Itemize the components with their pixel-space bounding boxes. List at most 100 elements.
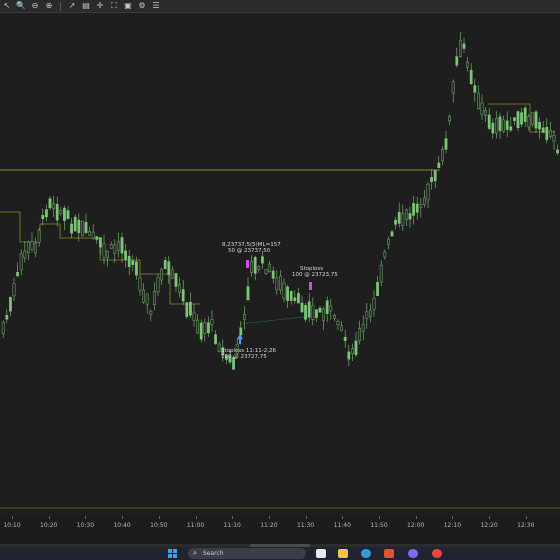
candle-body bbox=[408, 213, 412, 220]
x-axis-tick bbox=[268, 516, 270, 519]
candle-body bbox=[167, 261, 171, 276]
candle-body bbox=[390, 231, 394, 237]
candle-body bbox=[455, 56, 459, 66]
zoom-reset-icon[interactable]: ⊕ bbox=[44, 1, 54, 11]
candle-body bbox=[509, 126, 513, 131]
candle-body bbox=[423, 197, 426, 205]
candle-body bbox=[63, 207, 66, 221]
candle-body bbox=[124, 250, 128, 260]
x-axis-tick bbox=[122, 516, 124, 519]
zoom-out-icon[interactable]: ⊖ bbox=[30, 1, 40, 11]
candle-body bbox=[30, 241, 34, 250]
candle-body bbox=[106, 250, 110, 259]
candle-body bbox=[430, 177, 433, 183]
candle-body bbox=[307, 301, 311, 318]
candle-body bbox=[185, 302, 189, 317]
x-axis-tick bbox=[489, 516, 491, 519]
candle-body bbox=[95, 236, 99, 240]
candle-body bbox=[73, 216, 77, 232]
x-axis-tick bbox=[12, 516, 13, 519]
candle-body bbox=[466, 61, 469, 68]
sell-marker bbox=[309, 282, 312, 290]
candle-body bbox=[480, 102, 484, 115]
candle-body bbox=[487, 114, 491, 129]
folder-icon[interactable] bbox=[338, 549, 348, 558]
candle-body bbox=[8, 297, 12, 312]
candle-body bbox=[441, 148, 444, 162]
arrow-tool-icon[interactable]: ↗ bbox=[67, 1, 77, 11]
candle-body bbox=[426, 183, 430, 201]
candle-body bbox=[98, 237, 102, 248]
x-axis-label: 10:10 bbox=[3, 522, 21, 529]
file-explorer-icon[interactable] bbox=[316, 549, 326, 558]
edge-icon[interactable] bbox=[361, 549, 371, 558]
settings-icon[interactable]: ⚙ bbox=[137, 1, 147, 11]
x-axis-label: 10:20 bbox=[40, 522, 58, 529]
candle-body bbox=[77, 219, 81, 234]
time-axis: 10:10 10:20 10:30 10:40 10:50 11:00 11:10 11:20… bbox=[0, 516, 560, 544]
list-icon[interactable]: ☰ bbox=[151, 1, 161, 11]
candle-body bbox=[102, 243, 106, 258]
candle-body bbox=[196, 319, 199, 334]
candle-body bbox=[286, 286, 289, 301]
candle-body bbox=[459, 39, 462, 57]
fullscreen-icon[interactable]: ⛶ bbox=[109, 1, 119, 11]
discord-icon[interactable] bbox=[408, 549, 418, 558]
candle-body bbox=[433, 170, 437, 182]
candle-body bbox=[365, 311, 369, 319]
annotation-line: 100 @ 23727,75 bbox=[221, 354, 267, 360]
candle-body bbox=[376, 282, 379, 296]
x-axis-tick bbox=[379, 516, 380, 519]
candle-body bbox=[300, 302, 304, 313]
office-icon[interactable] bbox=[384, 549, 394, 558]
candle-body bbox=[484, 109, 487, 116]
sell-marker bbox=[246, 260, 249, 268]
candle-body bbox=[210, 319, 214, 325]
candle-body bbox=[527, 116, 531, 128]
candle-body bbox=[318, 307, 322, 313]
cursor-icon[interactable]: ↖ bbox=[2, 1, 12, 11]
candle-body bbox=[477, 92, 480, 110]
toolbar-divider bbox=[60, 1, 61, 11]
x-axis-tick bbox=[415, 516, 417, 519]
start-icon[interactable] bbox=[168, 549, 178, 558]
candle-body bbox=[419, 204, 423, 208]
x-axis-label: 11:20 bbox=[260, 522, 278, 529]
order-annotation-1: 8,23737,5(5)ML=157 50 @ 23737,50 bbox=[222, 242, 281, 254]
candle-body bbox=[531, 112, 534, 125]
buy-arrow-marker bbox=[237, 334, 243, 344]
crosshair-icon[interactable]: ✛ bbox=[95, 1, 105, 11]
candle-body bbox=[48, 198, 52, 209]
range-box-line bbox=[0, 211, 200, 305]
candle-body bbox=[203, 322, 207, 334]
zoom-in-icon[interactable]: 🔍 bbox=[16, 1, 26, 11]
price-chart[interactable] bbox=[0, 14, 560, 516]
candle-body bbox=[473, 85, 477, 93]
candle-body bbox=[206, 322, 210, 334]
image-icon[interactable]: ▣ bbox=[123, 1, 133, 11]
x-axis-label: 10:30 bbox=[76, 522, 95, 529]
document-icon[interactable]: ▤ bbox=[81, 1, 91, 11]
candle-body bbox=[462, 43, 466, 49]
candle-body bbox=[66, 210, 70, 219]
candle-body bbox=[552, 135, 556, 142]
candle-body bbox=[343, 337, 347, 341]
x-axis-tick bbox=[342, 516, 344, 519]
candle-body bbox=[275, 277, 279, 291]
candle-body bbox=[311, 305, 315, 320]
taskbar-search[interactable]: ⌕ Search bbox=[188, 548, 306, 559]
candle-body bbox=[541, 127, 545, 133]
candlestick-svg[interactable] bbox=[0, 14, 560, 516]
candle-body bbox=[523, 107, 527, 122]
x-axis-label: 10:50 bbox=[150, 522, 168, 529]
candle-body bbox=[358, 328, 361, 342]
candle-body bbox=[405, 209, 408, 220]
candle-body bbox=[437, 162, 441, 169]
candle-body bbox=[170, 269, 174, 279]
x-axis-label: 11:30 bbox=[296, 522, 315, 529]
candle-body bbox=[304, 305, 307, 320]
candle-body bbox=[23, 250, 27, 259]
chrome-icon[interactable] bbox=[432, 549, 442, 558]
candle-body bbox=[250, 260, 253, 273]
candle-body bbox=[80, 220, 84, 236]
